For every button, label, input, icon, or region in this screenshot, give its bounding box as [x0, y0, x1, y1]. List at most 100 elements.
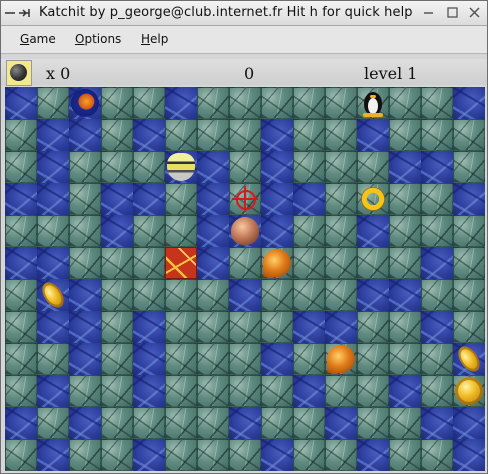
stone-tile	[453, 247, 485, 279]
menu-options[interactable]: Options	[75, 32, 121, 46]
menu-bar: Game Options Help	[1, 26, 487, 54]
stone-tile	[165, 375, 197, 407]
water-tile	[37, 119, 69, 151]
water-tile	[37, 311, 69, 343]
stone-tile	[101, 279, 133, 311]
water-tile	[197, 183, 229, 215]
stone-tile	[421, 87, 453, 119]
stone-tile	[389, 439, 421, 471]
water-tile	[261, 343, 293, 375]
water-tile	[101, 215, 133, 247]
stone-tile	[357, 343, 389, 375]
stone-tile	[165, 439, 197, 471]
water-tile	[133, 183, 165, 215]
stone-tile	[229, 247, 261, 279]
stone-tile	[37, 343, 69, 375]
water-tile	[5, 407, 37, 439]
menu-game[interactable]: Game	[20, 32, 56, 46]
stone-tile	[229, 439, 261, 471]
stone-tile	[133, 87, 165, 119]
score: 0	[244, 64, 255, 83]
water-tile	[453, 87, 485, 119]
stone-tile	[165, 311, 197, 343]
water-tile	[133, 343, 165, 375]
stone-tile	[357, 247, 389, 279]
stone-tile	[5, 311, 37, 343]
water-tile	[293, 375, 325, 407]
stone-tile	[5, 279, 37, 311]
water-tile	[229, 279, 261, 311]
stone-tile	[325, 439, 357, 471]
stone-tile	[69, 439, 101, 471]
water-tile	[389, 375, 421, 407]
stone-tile	[197, 439, 229, 471]
stone-tile	[325, 247, 357, 279]
stone-tile	[5, 343, 37, 375]
water-tile	[357, 119, 389, 151]
water-tile	[69, 407, 101, 439]
stone-tile	[69, 215, 101, 247]
stone-tile	[389, 215, 421, 247]
stone-tile	[293, 279, 325, 311]
window-title: Katchit by p_george@club.internet.fr Hit…	[39, 5, 413, 20]
water-tile	[133, 375, 165, 407]
stone-tile	[421, 215, 453, 247]
water-tile	[325, 311, 357, 343]
window-menu-icon[interactable]	[5, 7, 35, 19]
stone-tile	[357, 407, 389, 439]
menu-help[interactable]: Help	[141, 32, 168, 46]
water-tile	[421, 247, 453, 279]
stone-tile	[453, 119, 485, 151]
stone-tile	[389, 247, 421, 279]
stone-tile	[389, 87, 421, 119]
stone-tile	[69, 247, 101, 279]
water-tile	[133, 119, 165, 151]
bomb-button[interactable]	[6, 60, 32, 86]
stone-tile	[101, 87, 133, 119]
water-tile	[229, 407, 261, 439]
stone-tile	[325, 375, 357, 407]
stone-tile	[133, 407, 165, 439]
water-tile	[453, 439, 485, 471]
stone-tile	[197, 87, 229, 119]
leaf-item	[327, 345, 355, 373]
water-tile	[69, 311, 101, 343]
stone-tile	[261, 407, 293, 439]
stone-tile	[5, 151, 37, 183]
stone-tile	[293, 247, 325, 279]
close-icon[interactable]	[467, 5, 482, 20]
game-board[interactable]	[5, 87, 485, 471]
water-tile	[37, 375, 69, 407]
stone-tile	[293, 439, 325, 471]
title-bar[interactable]: Katchit by p_george@club.internet.fr Hit…	[1, 1, 487, 26]
water-tile	[261, 119, 293, 151]
water-tile	[357, 215, 389, 247]
stone-tile	[389, 343, 421, 375]
stone-tile	[101, 375, 133, 407]
water-tile	[197, 247, 229, 279]
water-tile	[293, 183, 325, 215]
water-tile	[37, 439, 69, 471]
stone-tile	[165, 215, 197, 247]
stone-tile	[421, 279, 453, 311]
stone-tile	[421, 439, 453, 471]
crosshair-target	[232, 186, 258, 212]
bomb-icon	[10, 64, 27, 81]
leaf-item	[263, 249, 291, 277]
stone-tile	[101, 343, 133, 375]
water-tile	[261, 151, 293, 183]
penguin-player	[361, 89, 385, 117]
stone-tile	[421, 343, 453, 375]
water-tile	[197, 151, 229, 183]
maximize-icon[interactable]	[445, 5, 460, 20]
coin-item	[455, 377, 483, 405]
minimize-icon[interactable]	[421, 5, 436, 20]
water-tile	[5, 183, 37, 215]
stone-tile	[229, 343, 261, 375]
stone-tile	[69, 183, 101, 215]
stone-tile	[325, 87, 357, 119]
menu-help-mnemonic: H	[141, 32, 151, 46]
water-tile	[261, 215, 293, 247]
water-tile	[389, 279, 421, 311]
stone-tile	[197, 119, 229, 151]
